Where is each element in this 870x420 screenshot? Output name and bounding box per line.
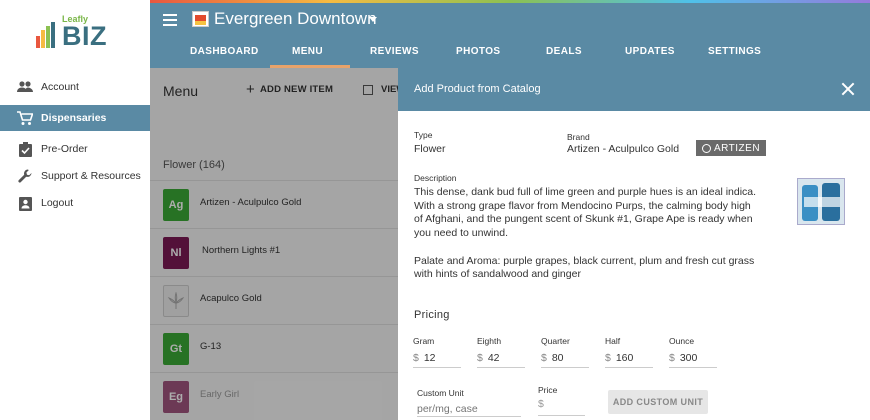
sidebar-item-label: Account [41, 81, 79, 93]
sidebar-item-account[interactable]: Account [0, 74, 150, 100]
tab-dashboard[interactable]: DASHBOARD [190, 46, 259, 57]
store-logo-icon [192, 11, 209, 27]
sidebar: Leafly BIZ Account Dispensaries Pre-Orde… [0, 0, 150, 420]
modal-backdrop[interactable] [150, 68, 398, 420]
sun-icon [701, 143, 711, 153]
type-label: Type [414, 130, 433, 140]
price-field-quarter[interactable]: Quarter $80 [541, 336, 589, 368]
dialog-header: Add Product from Catalog [398, 68, 870, 111]
logo-biz-text: BIZ [62, 21, 107, 51]
price-label: Ounce [669, 336, 695, 346]
pricing-heading: Pricing [414, 309, 450, 321]
custom-unit-input[interactable] [417, 401, 521, 417]
custom-price-input[interactable]: $ [538, 398, 585, 416]
people-icon [17, 79, 33, 95]
hamburger-menu-icon[interactable] [163, 14, 177, 26]
sidebar-item-dispensaries[interactable]: Dispensaries [0, 105, 150, 131]
description-label: Description [414, 173, 457, 183]
currency-symbol: $ [605, 352, 611, 364]
leafly-biz-logo[interactable]: Leafly BIZ [36, 12, 116, 52]
brand-logo-text: ARTIZEN [713, 142, 761, 154]
clipboard-check-icon [17, 141, 33, 157]
chevron-down-icon[interactable] [369, 17, 377, 22]
logo-bars-icon [36, 22, 60, 48]
brand-logo: ARTIZEN [696, 140, 766, 156]
dialog-title: Add Product from Catalog [414, 83, 541, 95]
type-value: Flower [414, 143, 446, 155]
price-value[interactable]: 80 [552, 352, 564, 364]
currency-symbol: $ [477, 352, 483, 364]
price-value[interactable]: 42 [488, 352, 500, 364]
price-field-half[interactable]: Half $160 [605, 336, 653, 368]
price-field-eighth[interactable]: Eighth $42 [477, 336, 525, 368]
tab-deals[interactable]: DEALS [546, 46, 582, 57]
sidebar-item-label: Pre-Order [41, 143, 88, 155]
price-label: Eighth [477, 336, 502, 346]
currency-symbol: $ [538, 398, 544, 410]
store-name[interactable]: Evergreen Downtown [214, 9, 377, 29]
currency-symbol: $ [413, 352, 419, 364]
close-icon[interactable] [841, 82, 855, 96]
top-app-bar: Evergreen Downtown DASHBOARD MENU REVIEW… [150, 0, 870, 68]
brand-value: Artizen - Aculpulco Gold [567, 143, 680, 155]
add-custom-unit-button[interactable]: ADD CUSTOM UNIT [608, 390, 708, 414]
price-value[interactable]: 160 [616, 352, 634, 364]
description-paragraph: This dense, dank bud full of lime green … [414, 186, 757, 240]
custom-unit-label: Custom Unit [417, 388, 464, 398]
rainbow-strip [150, 0, 870, 3]
wrench-icon [17, 168, 33, 184]
description-text: This dense, dank bud full of lime green … [414, 186, 759, 282]
tab-photos[interactable]: PHOTOS [456, 46, 500, 57]
sidebar-item-logout[interactable]: Logout [0, 190, 150, 216]
price-field-ounce[interactable]: Ounce $300 [669, 336, 717, 368]
product-image[interactable] [797, 178, 845, 225]
price-label: Half [605, 336, 621, 346]
sidebar-item-label: Dispensaries [41, 112, 107, 124]
price-value[interactable]: 12 [424, 352, 436, 364]
description-paragraph: Palate and Aroma: purple grapes, black c… [414, 254, 755, 281]
sidebar-item-support[interactable]: Support & Resources [0, 163, 150, 189]
badge-icon [17, 195, 33, 211]
cart-icon [17, 110, 33, 126]
sidebar-item-label: Logout [41, 197, 74, 209]
currency-symbol: $ [669, 352, 675, 364]
price-label: Quarter [541, 336, 570, 346]
sidebar-item-pre-order[interactable]: Pre-Order [0, 136, 150, 162]
tab-menu[interactable]: MENU [292, 46, 323, 57]
tab-updates[interactable]: UPDATES [625, 46, 675, 57]
price-value[interactable]: 300 [680, 352, 698, 364]
price-label: Gram [413, 336, 435, 346]
tab-settings[interactable]: SETTINGS [708, 46, 761, 57]
sidebar-item-label: Support & Resources [41, 170, 141, 182]
currency-symbol: $ [541, 352, 547, 364]
tab-reviews[interactable]: REVIEWS [370, 46, 419, 57]
add-product-dialog: Add Product from Catalog Type Flower Bra… [398, 68, 870, 420]
brand-label: Brand [567, 132, 590, 142]
price-field-gram[interactable]: Gram $12 [413, 336, 461, 368]
custom-price-label: Price [538, 385, 558, 395]
